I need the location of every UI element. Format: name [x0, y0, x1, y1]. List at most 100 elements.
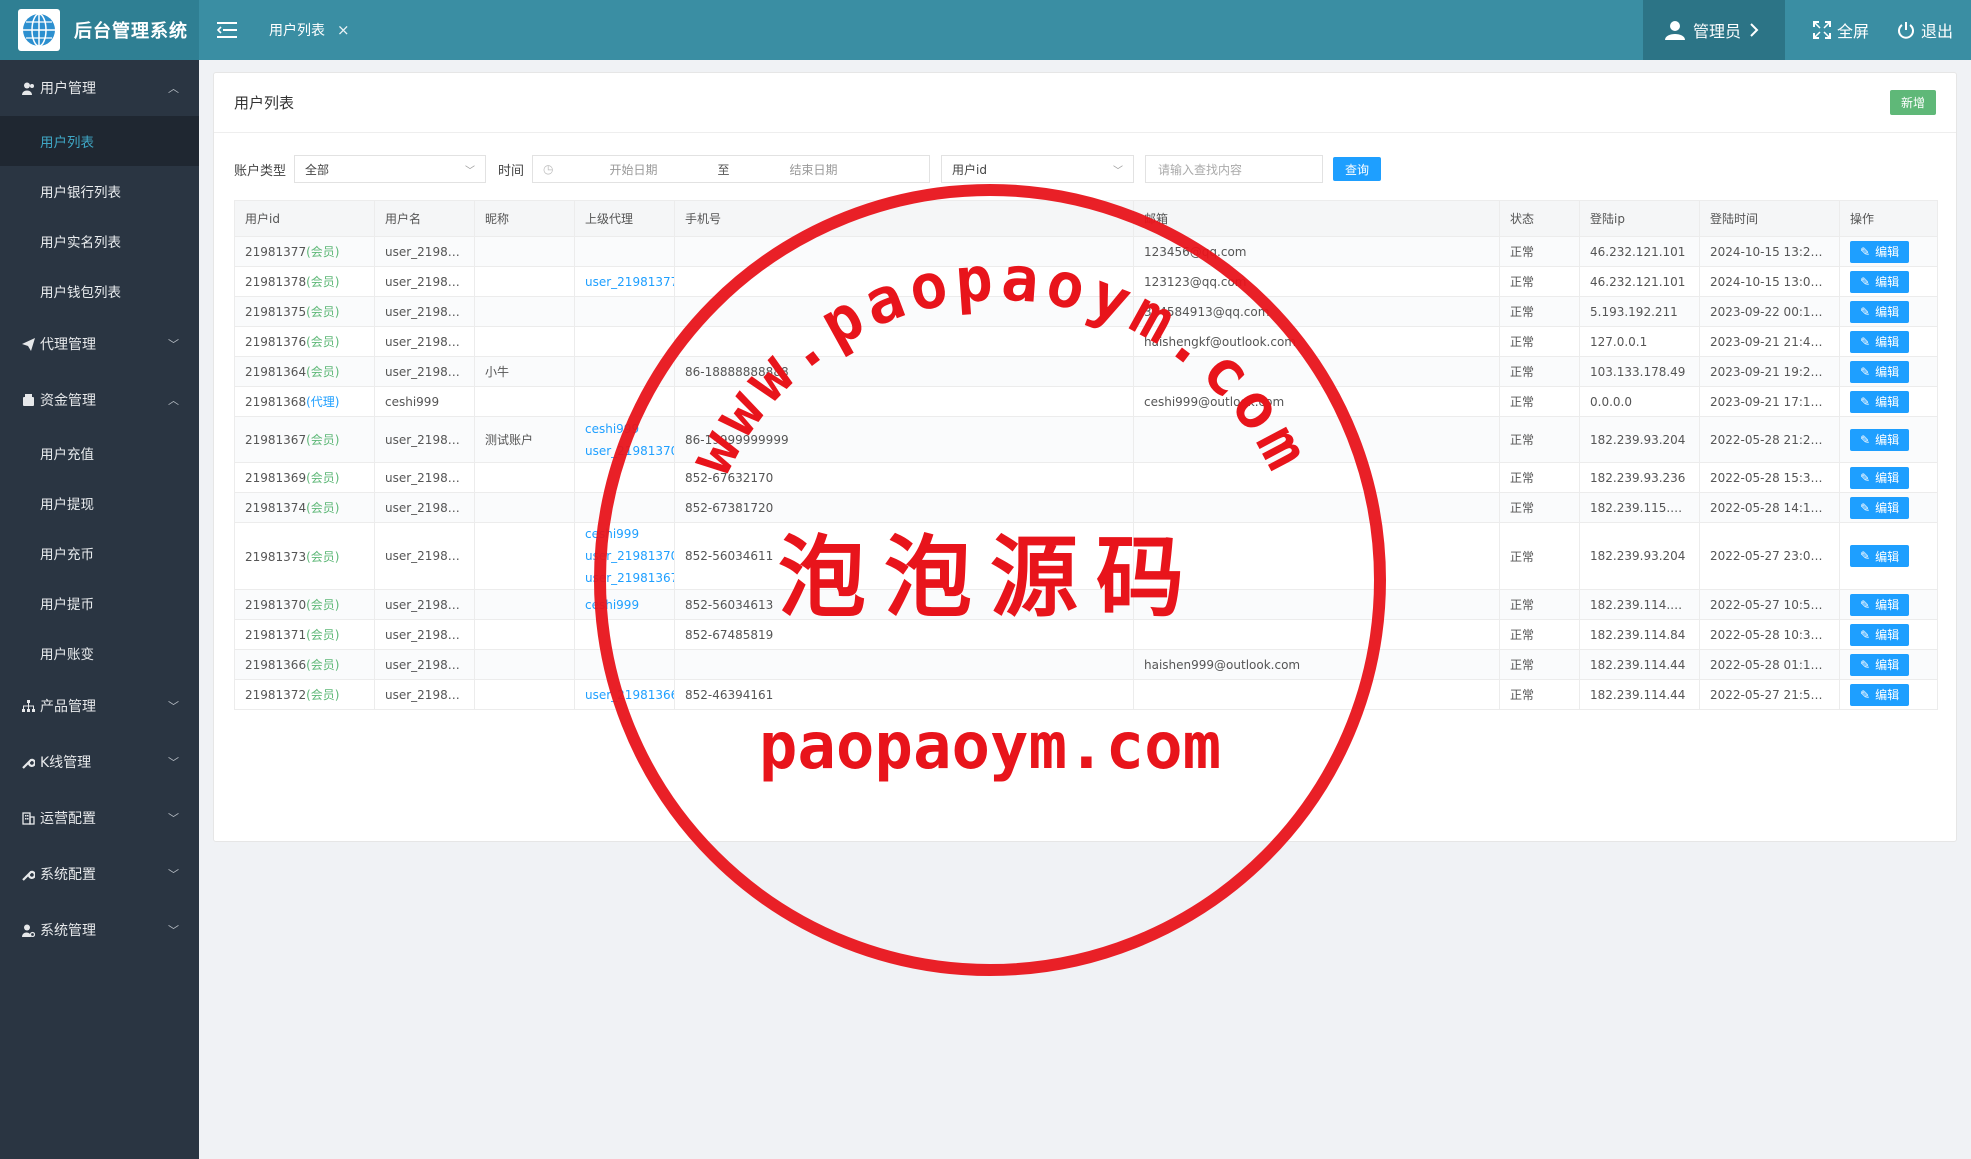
- edit-button[interactable]: ✎ 编辑: [1850, 496, 1910, 519]
- edit-button[interactable]: ✎ 编辑: [1850, 428, 1910, 451]
- cell-status: 正常: [1499, 589, 1580, 620]
- add-user-button[interactable]: 新增: [1889, 90, 1936, 115]
- column-header[interactable]: 登陆时间: [1699, 200, 1840, 237]
- search-button[interactable]: 查询: [1333, 157, 1382, 181]
- cell-email: 123456@qq.com: [1133, 236, 1500, 267]
- search-field-select[interactable]: 用户id ﹀: [941, 155, 1135, 183]
- sidebar-item-user-wallet[interactable]: 用户钱包列表: [0, 266, 199, 316]
- sidebar-group-operations[interactable]: 运营配置 ﹀: [0, 790, 199, 846]
- sidebar-item-withdraw[interactable]: 用户提现: [0, 478, 199, 528]
- edit-button[interactable]: ✎ 编辑: [1850, 593, 1910, 616]
- user-id: 21981375: [245, 305, 307, 319]
- agent-link[interactable]: ceshi999: [585, 524, 664, 546]
- sidebar-group-funds[interactable]: 资金管理 ︿: [0, 372, 199, 428]
- sidebar-item-recharge[interactable]: 用户充值: [0, 428, 199, 478]
- agent-link[interactable]: user_21981370: [585, 440, 674, 462]
- cell-phone: 852-56034611: [674, 522, 1134, 590]
- agent-link[interactable]: ceshi999: [585, 594, 664, 616]
- column-header[interactable]: 操作: [1839, 200, 1938, 237]
- agent-link[interactable]: user_21981377: [585, 271, 674, 293]
- table-row[interactable]: 21981372(会员) user_21981... user_21981366 85…: [234, 679, 1938, 710]
- edit-button[interactable]: ✎ 编辑: [1850, 270, 1910, 293]
- sidebar-group-sysadmin[interactable]: 系统管理 ﹀: [0, 902, 199, 958]
- agent-link[interactable]: ceshi999: [585, 418, 664, 440]
- tab-close-icon[interactable]: ×: [337, 21, 350, 39]
- sidebar-group-sysconfig[interactable]: 系统配置 ﹀: [0, 846, 199, 902]
- account-type-select[interactable]: 全部 ﹀: [294, 155, 487, 183]
- column-header[interactable]: 登陆ip: [1579, 200, 1700, 237]
- cell-agent: ceshi999 user_21981370 user_21981367: [574, 522, 675, 590]
- edit-button[interactable]: ✎ 编辑: [1850, 623, 1910, 646]
- table-row[interactable]: 21981367(会员) user_21981... 测试账户 ceshi999 use…: [234, 416, 1938, 463]
- cell-agent: ceshi999: [574, 589, 675, 620]
- sidebar-group-agent[interactable]: 代理管理 ﹀: [0, 316, 199, 372]
- table-row[interactable]: 21981375(会员) user_21981... 304584913@qq.co…: [234, 296, 1938, 327]
- sidebar-group-product[interactable]: 产品管理 ﹀: [0, 678, 199, 734]
- end-date-input[interactable]: 结束日期: [744, 161, 884, 178]
- table-row[interactable]: 21981377(会员) user_21981... 123456@qq.com 正常…: [234, 236, 1938, 267]
- edit-button[interactable]: ✎ 编辑: [1850, 653, 1910, 676]
- fullscreen-button[interactable]: 全屏: [1799, 0, 1883, 60]
- user-list-panel: 用户列表 新增 账户类型 全部 ﹀ 时间 ◷ 开始日期 至 结束日期 用户id …: [213, 72, 1957, 842]
- edit-button[interactable]: ✎ 编辑: [1850, 545, 1910, 567]
- cell-login-ip: 46.232.121.101: [1579, 236, 1700, 267]
- sidebar-item-user-bank[interactable]: 用户银行列表: [0, 166, 199, 216]
- user-role: (会员): [306, 471, 340, 485]
- sidebar-item-user-list[interactable]: 用户列表: [0, 116, 199, 166]
- table-row[interactable]: 21981370(会员) user_21981... ceshi999 852-560…: [234, 589, 1938, 620]
- column-header[interactable]: 用户名: [374, 200, 475, 237]
- agent-link[interactable]: user_21981370: [585, 545, 674, 567]
- edit-button[interactable]: ✎ 编辑: [1850, 330, 1910, 353]
- user-id: 21981366: [245, 658, 307, 672]
- sidebar-item-account-change[interactable]: 用户账变: [0, 628, 199, 678]
- pencil-icon: ✎: [1860, 687, 1871, 702]
- logout-button[interactable]: 退出: [1883, 0, 1971, 60]
- sidebar-item-user-realname[interactable]: 用户实名列表: [0, 216, 199, 266]
- chevron-down-icon: ﹀: [168, 868, 179, 881]
- table-row[interactable]: 21981368(代理) ceshi999 ceshi999@outlook.com…: [234, 386, 1938, 417]
- column-header[interactable]: 手机号: [674, 200, 1134, 237]
- table-row[interactable]: 21981378(会员) user_21981... user_21981377 12…: [234, 266, 1938, 297]
- admin-menu[interactable]: 管理员: [1642, 0, 1785, 60]
- fullscreen-icon: [1812, 21, 1831, 39]
- column-header[interactable]: 状态: [1499, 200, 1580, 237]
- edit-button[interactable]: ✎ 编辑: [1850, 300, 1910, 323]
- edit-button[interactable]: ✎ 编辑: [1850, 683, 1910, 706]
- sidebar-item-coin-deposit[interactable]: 用户充币: [0, 528, 199, 578]
- cell-user-id: 21981364(会员): [234, 356, 375, 387]
- menu-toggle-icon[interactable]: [215, 18, 239, 42]
- tab-user-list[interactable]: 用户列表 ×: [269, 20, 350, 40]
- edit-button[interactable]: ✎ 编辑: [1850, 466, 1910, 489]
- table-row[interactable]: 21981374(会员) user_21981... 852-67381720 正常 1…: [234, 492, 1938, 523]
- edit-label: 编辑: [1875, 628, 1900, 642]
- edit-button[interactable]: ✎ 编辑: [1850, 390, 1910, 413]
- cell-status: 正常: [1499, 356, 1580, 387]
- column-header[interactable]: 上级代理: [574, 200, 675, 237]
- table-row[interactable]: 21981364(会员) user_21981... 小牛 86-1888888888…: [234, 356, 1938, 387]
- agent-link[interactable]: user_21981366: [585, 684, 674, 706]
- sidebar-item-coin-withdraw[interactable]: 用户提币: [0, 578, 199, 628]
- account-type-label: 账户类型: [234, 163, 287, 179]
- edit-button[interactable]: ✎ 编辑: [1850, 360, 1910, 383]
- table-row[interactable]: 21981366(会员) user_21981... haishen999@outl…: [234, 649, 1938, 680]
- column-header[interactable]: 昵称: [474, 200, 575, 237]
- start-date-input[interactable]: 开始日期: [564, 161, 704, 178]
- column-header[interactable]: 用户id: [234, 200, 375, 237]
- table-row[interactable]: 21981371(会员) user_21981... 852-67485819 正常 1…: [234, 619, 1938, 650]
- table-row[interactable]: 21981376(会员) user_21981... haishengkf@outl…: [234, 326, 1938, 357]
- sidebar-group-kline[interactable]: K线管理 ﹀: [0, 734, 199, 790]
- edit-button[interactable]: ✎ 编辑: [1850, 240, 1910, 263]
- search-input[interactable]: 请输入查找内容: [1145, 155, 1324, 183]
- logo[interactable]: 后台管理系统: [0, 0, 199, 60]
- cell-agent: [574, 619, 675, 650]
- cell-actions: ✎ 编辑: [1839, 236, 1938, 267]
- sidebar-group-user[interactable]: 用户管理 ︿: [0, 60, 199, 116]
- date-range-picker[interactable]: ◷ 开始日期 至 结束日期: [532, 155, 931, 183]
- cell-user-id: 21981374(会员): [234, 492, 375, 523]
- table-row[interactable]: 21981369(会员) user_21981... 852-67632170 正常 1…: [234, 462, 1938, 493]
- cell-user-id: 21981368(代理): [234, 386, 375, 417]
- table-row[interactable]: 21981373(会员) user_21981... ceshi999 user_21…: [234, 522, 1938, 590]
- column-header[interactable]: 邮箱: [1133, 200, 1500, 237]
- agent-link[interactable]: user_21981367: [585, 567, 674, 589]
- chevron-up-icon: ︿: [168, 82, 179, 95]
